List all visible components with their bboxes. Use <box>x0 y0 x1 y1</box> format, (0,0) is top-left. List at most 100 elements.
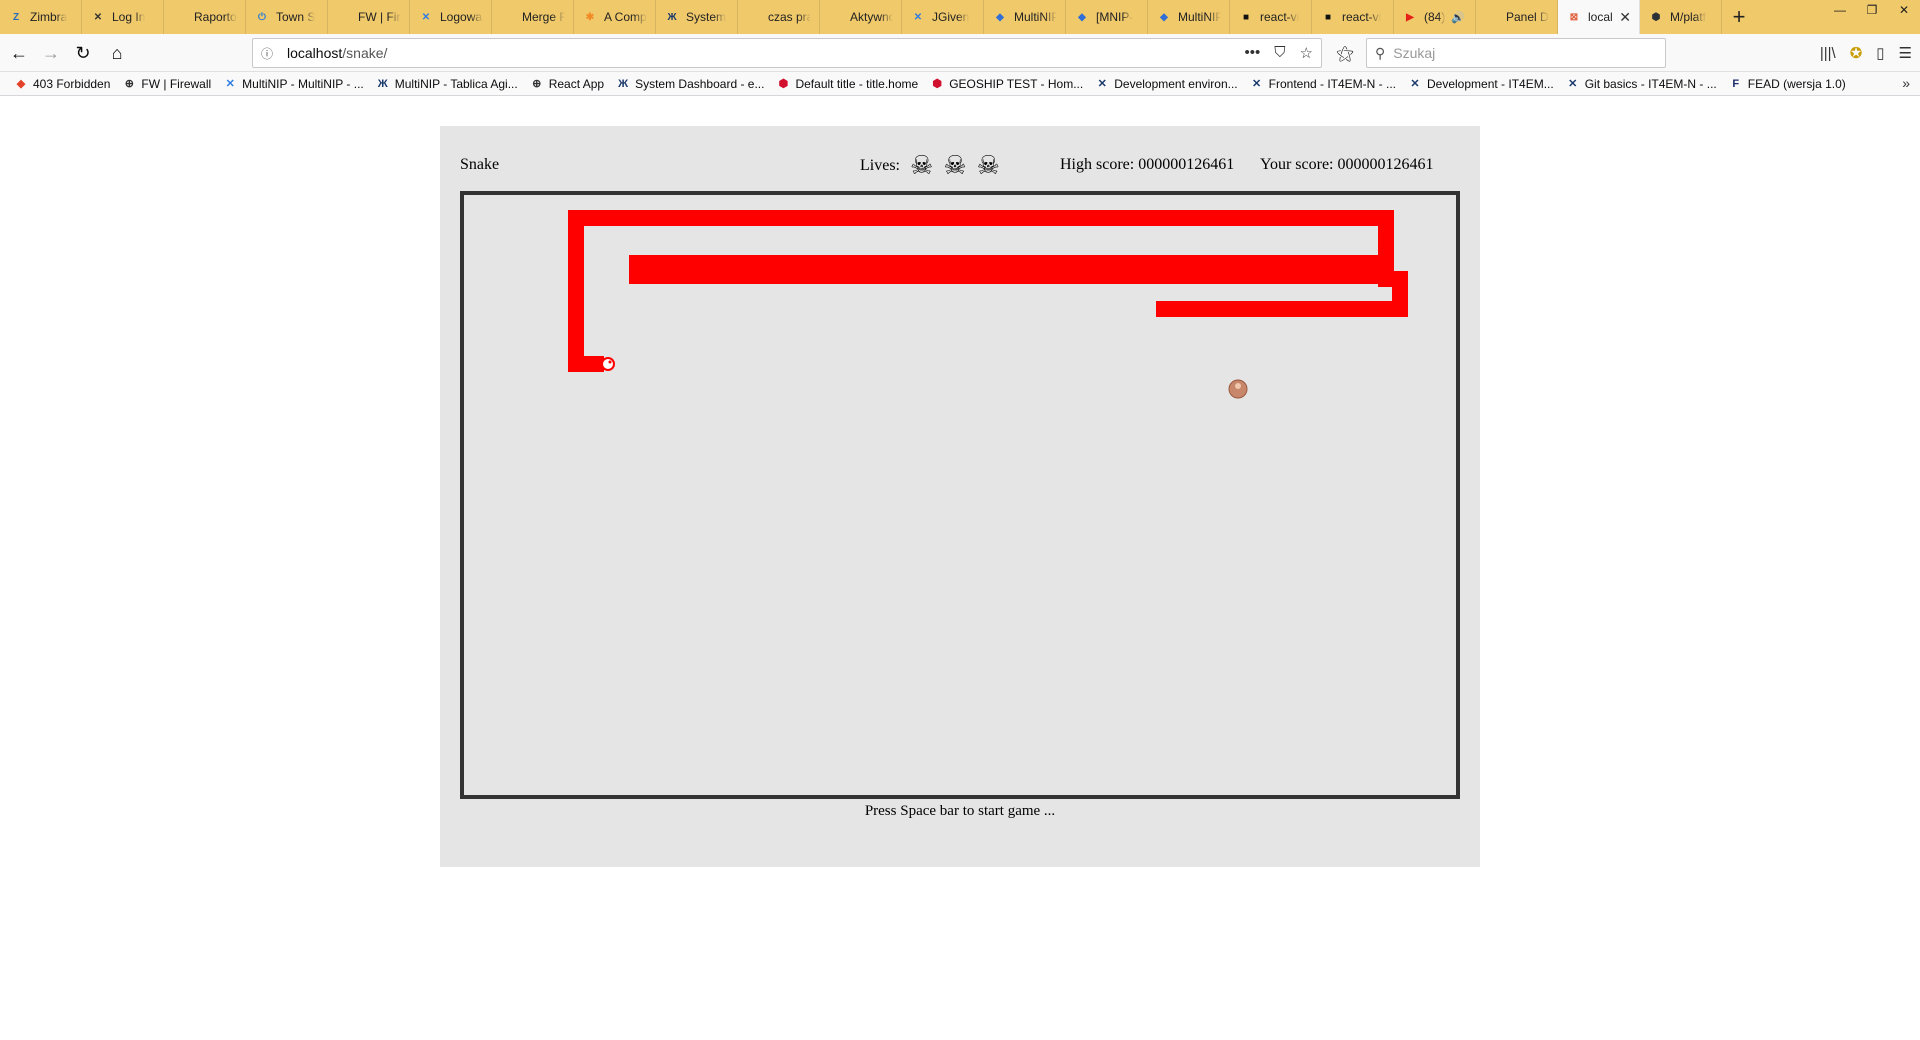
square-icon: ■ <box>1324 11 1332 23</box>
fead-icon: F <box>1732 77 1740 90</box>
tab-label: Panel Detali <box>1506 10 1549 24</box>
home-button[interactable]: ⌂ <box>102 38 132 68</box>
extension-icon[interactable]: ✪ <box>1850 44 1863 62</box>
system-icon: Ж <box>618 77 629 90</box>
library-icon[interactable]: |||\ <box>1820 45 1836 62</box>
site-info-icon[interactable]: ⓘ <box>261 45 279 62</box>
bookmark-item[interactable]: ◆ 403 Forbidden <box>8 77 116 91</box>
bookmark-label: Development - IT4EM... <box>1427 76 1554 91</box>
snake-head <box>601 357 615 371</box>
browser-tab[interactable]: ▶ (84) 🔊 <box>1394 0 1476 34</box>
browser-tab[interactable]: ✱ A Comp <box>574 0 656 34</box>
browser-tab[interactable]: ◆ MultiNIP <box>984 0 1066 34</box>
browser-tab[interactable]: ◆ MultiNIP <box>1148 0 1230 34</box>
confluence-x-icon: ✕ <box>1410 78 1420 90</box>
browser-tab[interactable]: ✕ JGiven <box>902 0 984 34</box>
tab-label: Zimbra <box>30 10 68 24</box>
tab-label: JGiven <box>932 10 970 24</box>
jira-icon: ✕ <box>225 78 235 90</box>
bookmark-item[interactable]: ✕ Development - IT4EM... <box>1402 77 1560 91</box>
browser-tab[interactable]: ✕ Logowanie <box>410 0 492 34</box>
bookmark-item[interactable]: Ж System Dashboard - e... <box>610 77 770 91</box>
cube-icon: ⬢ <box>932 78 942 90</box>
new-tab-button[interactable]: + <box>1722 0 1756 34</box>
lives-label: Lives: <box>860 157 900 174</box>
browser-tab[interactable]: Merge Requests <box>492 0 574 34</box>
pocket-icon[interactable]: ⛉ <box>1274 44 1285 62</box>
globe-icon: ⊕ <box>532 78 542 90</box>
menu-icon[interactable]: ☰ <box>1899 44 1912 62</box>
tab-label: FW | Firewall <box>358 10 401 24</box>
food-highlight <box>1235 383 1241 389</box>
browser-tab[interactable]: Z Zimbra <box>0 0 82 34</box>
browser-tab[interactable]: Raportowanie <box>164 0 246 34</box>
search-bar[interactable]: ⚲ Szukaj <box>1366 38 1666 68</box>
browser-tab[interactable]: FW | Firewall <box>328 0 410 34</box>
browser-tab[interactable]: ⏻ Town S <box>246 0 328 34</box>
browser-tab[interactable]: Panel Detali <box>1476 0 1558 34</box>
globe-icon: ⊕ <box>124 78 134 90</box>
tab-label: [MNIP- <box>1096 10 1134 24</box>
snake-segment <box>1156 301 1408 317</box>
forward-button[interactable]: → <box>36 38 66 68</box>
square-icon: ■ <box>1242 11 1250 23</box>
browser-tab[interactable]: ■ react-vi <box>1230 0 1312 34</box>
lives-display: Lives: ☠ ☠ ☠ <box>860 153 1000 179</box>
close-tab-icon[interactable]: ✕ <box>1619 9 1631 26</box>
bookmark-item[interactable]: F FEAD (wersja 1.0) <box>1723 77 1852 91</box>
browser-tab[interactable]: Aktywnosc <box>820 0 902 34</box>
tab-label: System <box>686 10 727 24</box>
minimize-icon[interactable]: — <box>1824 0 1856 20</box>
browser-tab[interactable]: ⬢ M/platf <box>1640 0 1722 34</box>
bookmark-label: Development environ... <box>1114 76 1238 91</box>
tab-label: A Comp <box>604 10 647 24</box>
jira-icon: ✕ <box>421 11 431 23</box>
bookmark-item[interactable]: ⬢ GEOSHIP TEST - Hom... <box>924 77 1089 91</box>
tab-label: Merge Requests <box>522 10 565 24</box>
blank-icon <box>746 9 762 25</box>
game-board[interactable] <box>460 191 1460 799</box>
bookmark-item[interactable]: ⬢ Default title - title.home <box>770 77 924 91</box>
tab-label: MultiNIP <box>1014 10 1057 24</box>
reading-list-icon[interactable]: ⚝ <box>1330 38 1360 68</box>
browser-tab[interactable]: ⊠ localhost ✕ <box>1558 0 1640 34</box>
browser-tab[interactable]: ◆ [MNIP- <box>1066 0 1148 34</box>
reload-button[interactable]: ↻ <box>68 38 98 68</box>
search-input[interactable]: Szukaj <box>1393 45 1435 61</box>
bookmark-label: MultiNIP - Tablica Agi... <box>394 76 518 91</box>
bookmark-item[interactable]: ✕ Git basics - IT4EM-N - ... <box>1560 77 1723 91</box>
browser-tab[interactable]: czas pracy <box>738 0 820 34</box>
bookmark-item[interactable]: ✕ Frontend - IT4EM-N - ... <box>1244 77 1402 91</box>
close-window-icon[interactable]: ✕ <box>1888 0 1920 20</box>
browser-tab[interactable]: ✕ Log In <box>82 0 164 34</box>
tab-audio-icon[interactable]: 🔊 <box>1451 11 1465 24</box>
page-content: Snake Lives: ☠ ☠ ☠ High score: 000000126… <box>0 96 1920 1040</box>
bookmark-item[interactable]: ⊕ FW | Firewall <box>116 77 217 91</box>
tab-label: MultiNIP <box>1178 10 1221 24</box>
bookmark-star-icon[interactable]: ☆ <box>1300 44 1313 62</box>
sidebar-icon[interactable]: ▯ <box>1876 44 1884 62</box>
url-text[interactable]: localhost/snake/ <box>287 45 387 61</box>
browser-tab[interactable]: ■ react-vi <box>1312 0 1394 34</box>
diamond-icon: ◆ <box>996 11 1004 23</box>
system-icon: Ж <box>667 11 677 23</box>
game-title: Snake <box>460 156 500 173</box>
page-actions-icon[interactable]: ••• <box>1245 44 1261 62</box>
bookmark-item[interactable]: ⊕ React App <box>524 77 610 91</box>
your-score: Your score: 000000126461 <box>1260 156 1434 173</box>
bookmark-item[interactable]: ✕ Development environ... <box>1089 77 1243 91</box>
url-path: /snake/ <box>342 45 388 61</box>
tab-label: Raportowanie <box>194 10 237 24</box>
tab-label: Aktywnosc <box>850 10 893 24</box>
blank-icon <box>828 9 844 25</box>
bookmarks-overflow-icon[interactable]: » <box>1902 75 1910 91</box>
asterisk-icon: ✱ <box>585 11 595 23</box>
bookmark-label: GEOSHIP TEST - Hom... <box>949 76 1084 91</box>
back-button[interactable]: ← <box>4 38 34 68</box>
bookmark-item[interactable]: Ж MultiNIP - Tablica Agi... <box>370 77 524 91</box>
power-icon: ⏻ <box>258 11 266 23</box>
bookmark-item[interactable]: ✕ MultiNIP - MultiNIP - ... <box>217 77 370 91</box>
browser-tab[interactable]: Ж System <box>656 0 738 34</box>
address-bar[interactable]: ⓘ localhost/snake/ ••• ⛉ ☆ <box>252 38 1322 68</box>
restore-icon[interactable]: ❐ <box>1856 0 1888 20</box>
